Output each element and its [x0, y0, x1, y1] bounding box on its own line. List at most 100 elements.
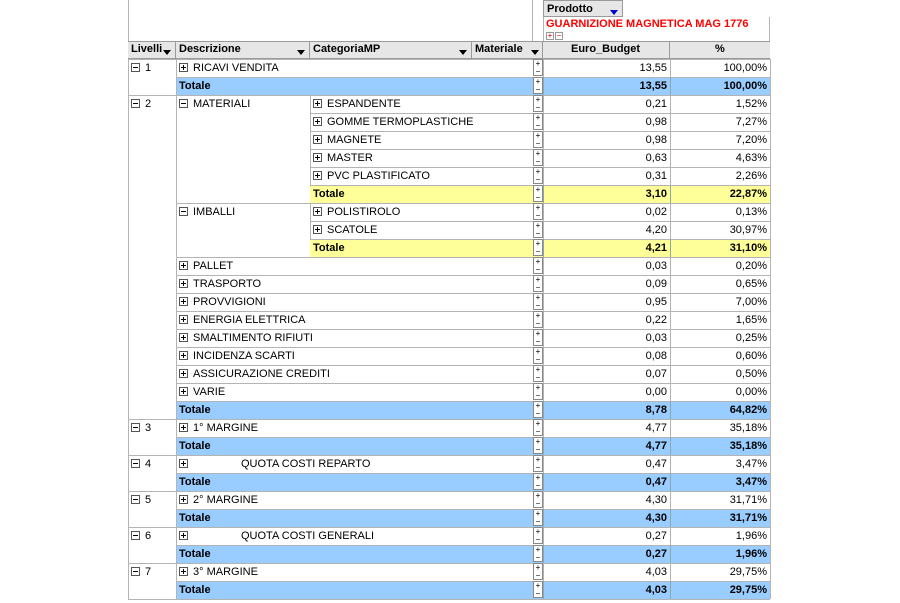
materiale-dropdown-icon[interactable]: [531, 46, 539, 59]
spin-plus-icon[interactable]: +: [534, 348, 542, 356]
spin-plus-icon[interactable]: +: [534, 456, 542, 464]
row-spin-button[interactable]: + −: [533, 329, 543, 346]
row-spin-button[interactable]: + −: [533, 509, 543, 526]
spin-minus-icon[interactable]: −: [534, 230, 542, 238]
collapse-minus-icon[interactable]: [131, 459, 140, 468]
expand-plus-icon[interactable]: [313, 135, 322, 144]
row-spin-button[interactable]: + −: [533, 455, 543, 472]
spin-minus-icon[interactable]: −: [534, 374, 542, 382]
spin-plus-icon[interactable]: +: [534, 114, 542, 122]
spin-minus-icon[interactable]: −: [534, 518, 542, 526]
expand-plus-icon[interactable]: [179, 423, 188, 432]
spin-plus-icon[interactable]: +: [534, 582, 542, 590]
expand-plus-icon[interactable]: [313, 117, 322, 126]
collapse-minus-icon[interactable]: [179, 207, 188, 216]
row-spin-button[interactable]: + −: [533, 131, 543, 148]
spin-minus-icon[interactable]: −: [534, 176, 542, 184]
spin-minus-icon[interactable]: −: [534, 428, 542, 436]
spin-minus-icon[interactable]: −: [534, 590, 542, 598]
expand-plus-icon[interactable]: [179, 279, 188, 288]
expand-plus-icon[interactable]: [179, 531, 188, 540]
spin-minus-icon[interactable]: −: [534, 68, 542, 76]
collapse-minus-icon[interactable]: [131, 423, 140, 432]
spin-minus-icon[interactable]: −: [534, 212, 542, 220]
spin-minus-icon[interactable]: −: [534, 122, 542, 130]
expand-plus-icon[interactable]: [179, 369, 188, 378]
spin-minus-icon[interactable]: −: [534, 536, 542, 544]
expand-plus-icon[interactable]: [179, 333, 188, 342]
spin-plus-icon[interactable]: +: [534, 96, 542, 104]
row-spin-button[interactable]: + −: [533, 311, 543, 328]
row-spin-button[interactable]: + −: [533, 239, 543, 256]
row-spin-button[interactable]: + −: [533, 563, 543, 580]
header-categoriamp[interactable]: CategoriaMP: [310, 41, 472, 59]
spin-minus-icon[interactable]: −: [534, 446, 542, 454]
collapse-minus-icon[interactable]: [179, 99, 188, 108]
expand-plus-icon[interactable]: [313, 225, 322, 234]
spin-plus-icon[interactable]: +: [534, 492, 542, 500]
spin-plus-icon[interactable]: +: [534, 258, 542, 266]
row-spin-button[interactable]: + −: [533, 401, 543, 418]
spin-plus-icon[interactable]: +: [534, 312, 542, 320]
expand-plus-icon[interactable]: [179, 567, 188, 576]
spin-plus-icon[interactable]: +: [534, 222, 542, 230]
spin-minus-icon[interactable]: −: [534, 104, 542, 112]
header-descrizione[interactable]: Descrizione: [176, 41, 310, 59]
categoriamp-dropdown-icon[interactable]: [459, 46, 467, 59]
collapse-minus-icon[interactable]: [131, 99, 140, 108]
expand-plus-icon[interactable]: [179, 459, 188, 468]
descrizione-dropdown-icon[interactable]: [297, 46, 305, 59]
spin-plus-icon[interactable]: +: [534, 78, 542, 86]
spin-minus-icon[interactable]: −: [534, 302, 542, 310]
row-spin-button[interactable]: + −: [533, 527, 543, 544]
spin-minus-icon[interactable]: −: [534, 248, 542, 256]
row-spin-button[interactable]: + −: [533, 95, 543, 112]
spin-plus-icon[interactable]: +: [534, 402, 542, 410]
spin-plus-icon[interactable]: +: [534, 366, 542, 374]
spin-minus-icon[interactable]: −: [534, 356, 542, 364]
row-spin-button[interactable]: + −: [533, 383, 543, 400]
row-spin-button[interactable]: + −: [533, 365, 543, 382]
expand-plus-icon[interactable]: [313, 99, 322, 108]
spin-minus-icon[interactable]: −: [534, 338, 542, 346]
row-spin-button[interactable]: + −: [533, 293, 543, 310]
filter-field-prodotto[interactable]: Prodotto: [543, 0, 623, 17]
row-spin-button[interactable]: + −: [533, 347, 543, 364]
row-spin-button[interactable]: + −: [533, 77, 543, 94]
spin-minus-icon[interactable]: −: [534, 410, 542, 418]
spin-plus-icon[interactable]: +: [534, 528, 542, 536]
expand-plus-icon[interactable]: [179, 315, 188, 324]
spin-plus-icon[interactable]: +: [534, 60, 542, 68]
spin-plus-icon[interactable]: +: [534, 474, 542, 482]
row-spin-button[interactable]: + −: [533, 419, 543, 436]
spin-plus-icon[interactable]: +: [534, 420, 542, 428]
collapse-minus-icon[interactable]: [131, 495, 140, 504]
row-spin-button[interactable]: + −: [533, 149, 543, 166]
spin-minus-icon[interactable]: −: [534, 86, 542, 94]
spin-minus-icon[interactable]: −: [534, 140, 542, 148]
row-spin-button[interactable]: + −: [533, 275, 543, 292]
spin-minus-icon[interactable]: −: [534, 320, 542, 328]
spin-plus-icon[interactable]: +: [534, 240, 542, 248]
row-spin-button[interactable]: + −: [533, 581, 543, 598]
expand-plus-icon[interactable]: [313, 153, 322, 162]
expand-plus-icon[interactable]: +: [546, 32, 554, 40]
spin-plus-icon[interactable]: +: [534, 564, 542, 572]
row-spin-button[interactable]: + −: [533, 437, 543, 454]
spin-minus-icon[interactable]: −: [534, 266, 542, 274]
row-spin-button[interactable]: + −: [533, 203, 543, 220]
spin-minus-icon[interactable]: −: [534, 464, 542, 472]
header-livelli[interactable]: Livelli: [128, 41, 176, 59]
row-spin-button[interactable]: + −: [533, 491, 543, 508]
header-materiale[interactable]: Materiale: [472, 41, 543, 59]
spin-minus-icon[interactable]: −: [534, 392, 542, 400]
collapse-minus-icon[interactable]: [131, 63, 140, 72]
spin-minus-icon[interactable]: −: [534, 284, 542, 292]
expand-plus-icon[interactable]: [179, 495, 188, 504]
expand-plus-icon[interactable]: [179, 63, 188, 72]
collapse-minus-icon[interactable]: −: [555, 32, 563, 40]
spin-plus-icon[interactable]: +: [534, 546, 542, 554]
row-spin-button[interactable]: + −: [533, 257, 543, 274]
row-spin-button[interactable]: + −: [533, 185, 543, 202]
expand-plus-icon[interactable]: [179, 297, 188, 306]
